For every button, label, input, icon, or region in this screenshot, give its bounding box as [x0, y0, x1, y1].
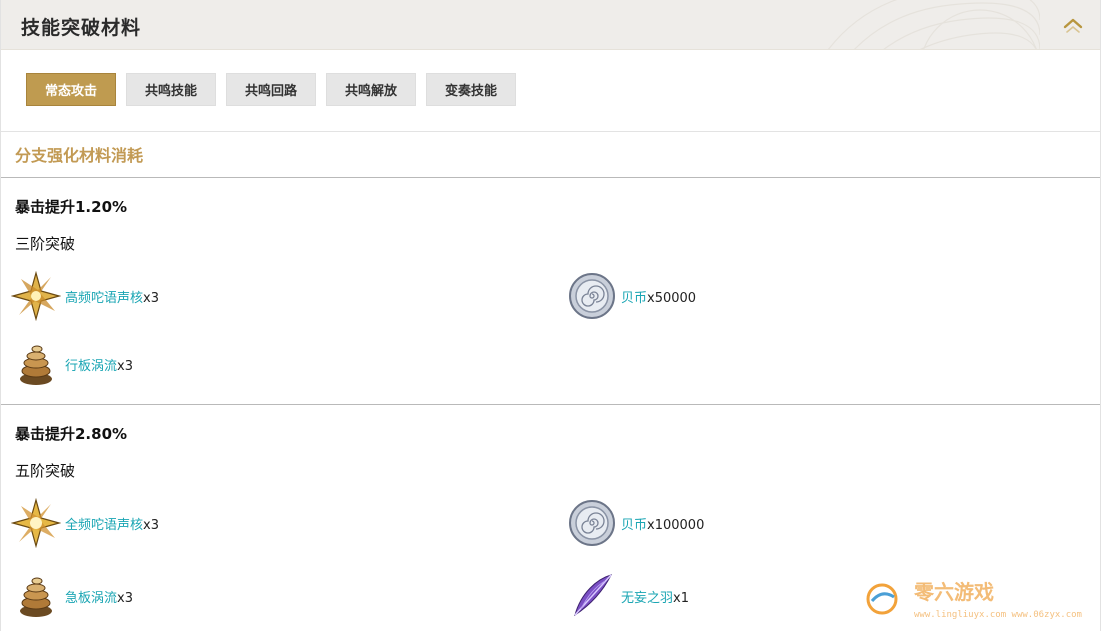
material-link[interactable]: 急板涡流 — [65, 591, 117, 606]
page-title: 技能突破材料 — [21, 17, 142, 39]
material-link[interactable]: 无妄之羽 — [621, 591, 673, 606]
tab-resonance-skill[interactable]: 共鸣技能 — [126, 73, 216, 106]
material-link[interactable]: 高频咜语声核 — [65, 291, 143, 306]
svg-text:零六游戏: 零六游戏 — [913, 580, 994, 604]
material-item: 无妄之羽x1 — [567, 570, 689, 622]
shell-coin-icon — [569, 273, 615, 319]
material-qty: x1 — [673, 590, 689, 606]
material-qty: x3 — [143, 517, 159, 533]
collapse-chevron-up-icon[interactable] — [1062, 15, 1084, 35]
block-stage: 五阶突破 — [15, 462, 76, 480]
header-decoration — [828, 0, 1040, 49]
tab-normal-attack[interactable]: 常态攻击 — [26, 73, 116, 106]
material-link[interactable]: 贝币 — [621, 518, 647, 533]
block-title: 暴击提升1.20% — [15, 198, 128, 216]
material-item: 高频咜语声核x3 — [11, 270, 159, 322]
star-core-icon — [11, 271, 61, 321]
site-watermark-logo: 零六游戏 www.lingliuyx.com www.06zyx.com — [860, 575, 1096, 623]
tab-intro-skill[interactable]: 变奏技能 — [426, 73, 516, 106]
tab-resonance-circuit[interactable]: 共鸣回路 — [226, 73, 316, 106]
materials-panel: 技能突破材料 常态攻击 共鸣技能 共鸣回路 共鸣解放 变奏技能 分支强化材料消耗… — [0, 0, 1101, 631]
divider — [1, 131, 1100, 132]
material-item: 贝币x50000 — [567, 270, 696, 322]
material-qty: x3 — [117, 358, 133, 374]
material-item: 贝币x100000 — [567, 497, 704, 549]
panel-header: 技能突破材料 — [1, 0, 1100, 50]
block-title: 暴击提升2.80% — [15, 425, 128, 443]
shell-coin-icon — [569, 500, 615, 546]
block-stage: 三阶突破 — [15, 235, 76, 253]
svg-text:www.lingliuyx.com www.06zyx.c: www.lingliuyx.com www.06zyx.com — [914, 610, 1082, 620]
vortex-icon — [20, 577, 52, 617]
skill-tabs: 常态攻击 共鸣技能 共鸣回路 共鸣解放 变奏技能 — [26, 73, 516, 106]
divider — [1, 177, 1100, 178]
material-qty: x100000 — [647, 517, 705, 533]
material-qty: x50000 — [647, 290, 697, 306]
divider — [1, 404, 1100, 405]
material-item: 全频咜语声核x3 — [11, 497, 159, 549]
material-item: 急板涡流x3 — [11, 570, 133, 622]
material-qty: x3 — [117, 590, 133, 606]
feather-icon — [574, 574, 612, 617]
material-link[interactable]: 全频咜语声核 — [65, 518, 143, 533]
material-item: 行板涡流x3 — [11, 338, 133, 390]
star-core-icon — [11, 498, 61, 548]
vortex-icon — [20, 345, 52, 385]
material-link[interactable]: 行板涡流 — [65, 359, 117, 374]
tab-resonance-liberation[interactable]: 共鸣解放 — [326, 73, 416, 106]
section-title: 分支强化材料消耗 — [15, 146, 144, 165]
material-qty: x3 — [143, 290, 159, 306]
material-link[interactable]: 贝币 — [621, 291, 647, 306]
